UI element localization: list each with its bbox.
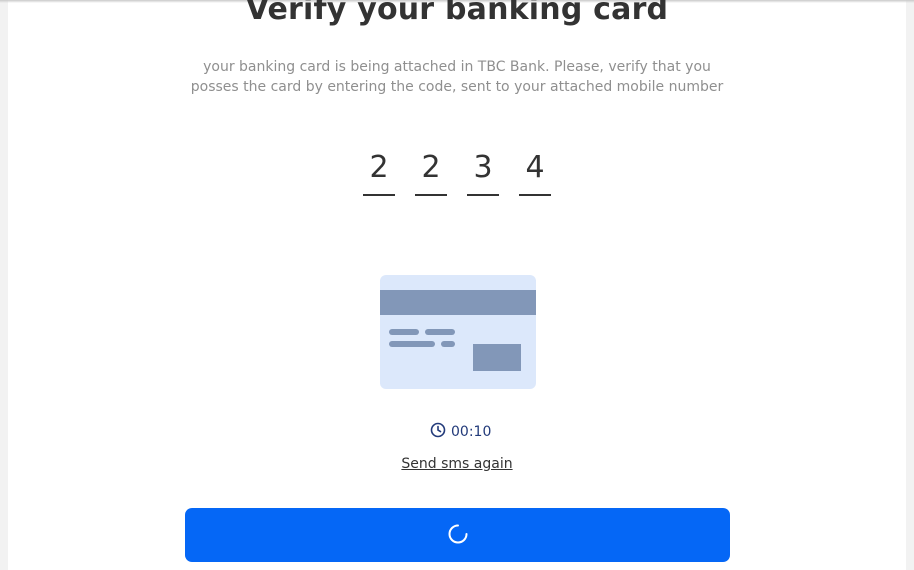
page-subtitle: your banking card is being attached in T… [190,59,724,95]
card-number-line [389,329,419,335]
card-chip [473,344,521,371]
card-magnetic-stripe [380,290,536,315]
code-digit-4[interactable]: 4 [519,150,551,196]
code-digit-3[interactable]: 3 [467,150,499,196]
page-title: Verify your banking card [245,0,669,27]
verification-code-input[interactable]: 2 2 3 4 [363,150,553,196]
submit-button[interactable] [185,508,730,562]
clock-icon [430,422,446,442]
loading-spinner-icon [447,523,469,548]
code-digit-2[interactable]: 2 [415,150,447,196]
resend-sms-link[interactable]: Send sms again [0,456,914,472]
card-number-line [425,329,455,335]
card-number-line [441,341,455,347]
banking-card-illustration [380,275,536,389]
timer-value: 00:10 [451,424,492,440]
resend-sms-label[interactable]: Send sms again [401,456,512,472]
countdown-timer: 00:10 [430,422,492,442]
code-digit-1[interactable]: 2 [363,150,395,196]
card-number-line [389,341,435,347]
